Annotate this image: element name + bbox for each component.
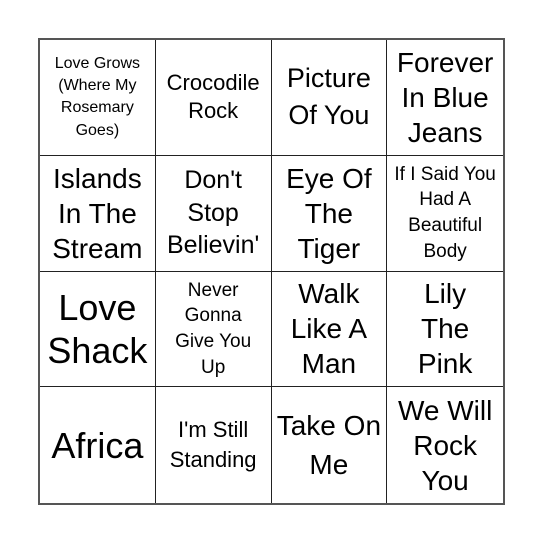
- bingo-cell[interactable]: I'm Still Standing: [156, 387, 272, 503]
- cell-label: Islands In The Stream: [52, 162, 143, 264]
- cell-label: Love Grows (Where My Rosemary Goes): [54, 54, 141, 139]
- cell-label: Never Gonna Give You Up: [175, 279, 252, 378]
- bingo-cell[interactable]: Islands In The Stream: [40, 155, 156, 272]
- cell-label: Love Shack: [47, 286, 148, 371]
- cell-label: Eye Of The Tiger: [286, 162, 372, 264]
- cell-label: Don't Stop Believin': [166, 166, 260, 260]
- cell-label: Lily The Pink: [417, 278, 473, 380]
- cell-label: Walk Like A Man: [290, 278, 368, 380]
- bingo-cell[interactable]: Picture Of You: [271, 40, 388, 156]
- cell-label: We Will Rock You: [397, 394, 493, 496]
- cell-label: Crocodile Rock: [166, 69, 260, 124]
- bingo-cell[interactable]: Don't Stop Believin': [155, 155, 272, 272]
- cell-label: Africa: [51, 424, 144, 466]
- cell-label: Forever In Blue Jeans: [396, 46, 494, 148]
- bingo-cell[interactable]: Take On Me: [272, 387, 388, 503]
- cell-label: Take On Me: [276, 409, 382, 481]
- bingo-cell[interactable]: Never Gonna Give You Up: [155, 271, 272, 388]
- bingo-cell[interactable]: Forever In Blue Jeans: [387, 40, 503, 156]
- cell-label: If I Said You Had A Beautiful Body: [394, 163, 496, 262]
- bingo-cell[interactable]: We Will Rock You: [387, 387, 503, 503]
- bingo-cell[interactable]: Crocodile Rock: [155, 40, 272, 156]
- bingo-cell[interactable]: If I Said You Had A Beautiful Body: [387, 156, 503, 272]
- bingo-cell[interactable]: Love Shack: [40, 271, 156, 388]
- bingo-cell[interactable]: Eye Of The Tiger: [271, 155, 388, 272]
- bingo-cell[interactable]: Lily The Pink: [387, 272, 503, 388]
- bingo-cell[interactable]: Walk Like A Man: [271, 271, 388, 388]
- cell-label: Picture Of You: [286, 62, 371, 131]
- bingo-cell[interactable]: Africa: [40, 387, 156, 503]
- cell-label: I'm Still Standing: [169, 417, 257, 473]
- bingo-cell[interactable]: Love Grows (Where My Rosemary Goes): [40, 40, 156, 156]
- bingo-card: Love Grows (Where My Rosemary Goes) Croc…: [38, 38, 505, 505]
